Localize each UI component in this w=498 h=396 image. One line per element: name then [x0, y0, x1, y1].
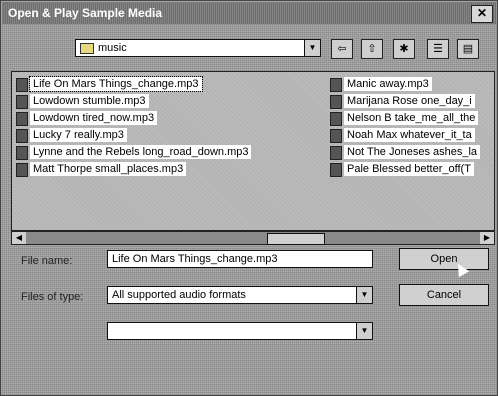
file-column-right: Manic away.mp3 Marijana Rose one_day_i N…: [330, 76, 494, 178]
file-item[interactable]: Not The Joneses ashes_la: [330, 144, 494, 161]
file-item[interactable]: Life On Mars Things_change.mp3: [16, 76, 336, 93]
file-item[interactable]: Marijana Rose one_day_i: [330, 93, 494, 110]
audio-file-icon: [330, 163, 342, 177]
details-view-icon: ▤: [462, 43, 474, 55]
file-item[interactable]: Lowdown tired_now.mp3: [16, 110, 336, 127]
audio-file-icon: [16, 112, 28, 126]
filetype-dropdown[interactable]: All supported audio formats ▼: [107, 286, 373, 304]
back-button[interactable]: ⇦: [331, 39, 353, 59]
scroll-thumb[interactable]: [267, 233, 325, 245]
audio-file-icon: [330, 78, 342, 92]
audio-file-icon: [330, 129, 342, 143]
scroll-right-icon[interactable]: ▶: [480, 232, 494, 244]
new-folder-icon: ✱: [399, 43, 409, 55]
file-item[interactable]: Lucky 7 really.mp3: [16, 127, 336, 144]
audio-file-icon: [16, 129, 28, 143]
third-dropdown[interactable]: ▼: [107, 322, 373, 340]
window-title: Open & Play Sample Media: [8, 6, 163, 20]
file-column-left: Life On Mars Things_change.mp3 Lowdown s…: [16, 76, 336, 178]
list-view-button[interactable]: ☰: [427, 39, 449, 59]
up-folder-button[interactable]: ⇧: [361, 39, 383, 59]
open-button[interactable]: Open: [399, 248, 489, 270]
horizontal-scrollbar[interactable]: ◀ ▶: [11, 231, 495, 245]
close-button[interactable]: ✕: [471, 5, 493, 23]
look-in-dropdown[interactable]: music ▼: [75, 39, 321, 57]
filename-value: Life On Mars Things_change.mp3: [112, 253, 278, 265]
list-view-icon: ☰: [433, 43, 443, 55]
audio-file-icon: [16, 78, 28, 92]
scroll-left-icon[interactable]: ◀: [12, 232, 26, 244]
back-icon: ⇦: [337, 43, 347, 55]
audio-file-icon: [330, 146, 342, 160]
file-list[interactable]: Life On Mars Things_change.mp3 Lowdown s…: [11, 71, 495, 231]
audio-file-icon: [16, 163, 28, 177]
file-item[interactable]: Nelson B take_me_all_the: [330, 110, 494, 127]
file-item[interactable]: Lowdown stumble.mp3: [16, 93, 336, 110]
chevron-down-icon[interactable]: ▼: [356, 323, 372, 339]
filename-field[interactable]: Life On Mars Things_change.mp3: [107, 250, 373, 268]
chevron-down-icon[interactable]: ▼: [356, 287, 372, 303]
current-folder: music: [98, 42, 127, 54]
open-media-dialog: Open & Play Sample Media ✕ music ▼ ⇦ ⇧ ✱…: [0, 0, 498, 396]
chevron-down-icon[interactable]: ▼: [304, 40, 320, 56]
filetype-label: Files of type:: [21, 291, 84, 303]
file-item[interactable]: Manic away.mp3: [330, 76, 494, 93]
folder-icon: [80, 42, 94, 54]
new-folder-button[interactable]: ✱: [393, 39, 415, 59]
title-bar: Open & Play Sample Media ✕: [2, 2, 496, 24]
filename-label: File name:: [21, 255, 73, 267]
file-item[interactable]: Noah Max whatever_it_ta: [330, 127, 494, 144]
cancel-button[interactable]: Cancel: [399, 284, 489, 306]
audio-file-icon: [330, 95, 342, 109]
audio-file-icon: [16, 146, 28, 160]
file-item[interactable]: Matt Thorpe small_places.mp3: [16, 161, 336, 178]
file-item[interactable]: Lynne and the Rebels long_road_down.mp3: [16, 144, 336, 161]
filetype-value: All supported audio formats: [112, 289, 246, 301]
audio-file-icon: [330, 112, 342, 126]
file-item[interactable]: Pale Blessed better_off(T: [330, 161, 494, 178]
details-view-button[interactable]: ▤: [457, 39, 479, 59]
up-folder-icon: ⇧: [367, 43, 377, 55]
audio-file-icon: [16, 95, 28, 109]
